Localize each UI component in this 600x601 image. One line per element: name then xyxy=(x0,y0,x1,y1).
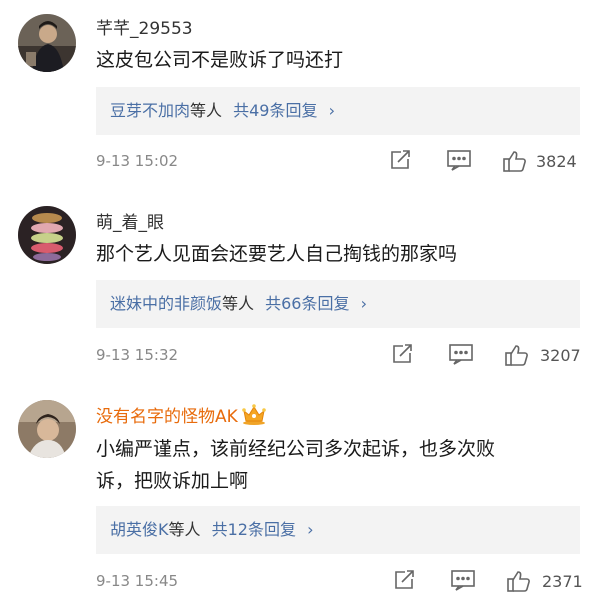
chevron-right-icon: › xyxy=(307,520,314,539)
reply-suffix: 等人 xyxy=(222,294,255,313)
comment-icon[interactable] xyxy=(446,148,472,176)
reply-suffix: 等人 xyxy=(168,520,201,539)
username-text: 没有名字的怪物AK xyxy=(96,407,238,427)
like-icon[interactable] xyxy=(502,148,528,178)
comment-footer: 9-13 15:32 3207 xyxy=(96,342,586,372)
comment-text: 那个艺人见面会还要艺人自己掏钱的那家吗 xyxy=(96,243,458,265)
crown-icon xyxy=(241,403,266,430)
timestamp: 9-13 15:45 xyxy=(96,572,179,590)
comment-text-line1: 小编严谨点，该前经纪公司多次起诉，也多次败 xyxy=(96,438,496,460)
reply-count: 共49条回复 xyxy=(233,101,318,120)
timestamp: 9-13 15:32 xyxy=(96,346,179,364)
reply-count: 共66条回复 xyxy=(265,294,350,313)
timestamp: 9-13 15:02 xyxy=(96,152,179,170)
chevron-right-icon: › xyxy=(360,294,367,313)
username[interactable]: 芊芊_29553 xyxy=(96,14,193,39)
share-icon[interactable] xyxy=(388,148,412,176)
comment-icon[interactable] xyxy=(448,342,474,370)
reply-names: 豆芽不加肉 xyxy=(110,101,191,120)
comment-footer: 9-13 15:45 2371 xyxy=(96,568,586,598)
replies-summary[interactable]: 迷妹中的非颜饭等人 共66条回复 › xyxy=(96,280,580,328)
username[interactable]: 没有名字的怪物AK xyxy=(96,402,266,430)
comment-text-line2: 诉，把败诉加上啊 xyxy=(96,470,249,492)
comment-icon[interactable] xyxy=(450,568,476,596)
like-icon[interactable] xyxy=(506,568,532,598)
avatar[interactable] xyxy=(18,206,76,264)
like-count: 2371 xyxy=(542,572,583,591)
reply-names: 迷妹中的非颜饭 xyxy=(110,294,223,313)
comment-text: 这皮包公司不是败诉了吗还打 xyxy=(96,49,344,71)
replies-summary[interactable]: 豆芽不加肉等人 共49条回复 › xyxy=(96,87,580,135)
replies-summary[interactable]: 胡英俊K等人 共12条回复 › xyxy=(96,506,580,554)
username[interactable]: 萌_着_眼 xyxy=(96,208,164,233)
comment-text: 小编严谨点，该前经纪公司多次起诉，也多次败 诉，把败诉加上啊 xyxy=(96,433,576,497)
reply-names: 胡英俊K xyxy=(110,520,169,539)
share-icon[interactable] xyxy=(392,568,416,596)
avatar[interactable] xyxy=(18,14,76,72)
like-count: 3207 xyxy=(540,346,581,365)
like-icon[interactable] xyxy=(504,342,530,372)
chevron-right-icon: › xyxy=(328,101,335,120)
avatar[interactable] xyxy=(18,400,76,458)
reply-suffix: 等人 xyxy=(190,101,223,120)
share-icon[interactable] xyxy=(390,342,414,370)
like-count: 3824 xyxy=(536,152,577,171)
comment-footer: 9-13 15:02 3824 xyxy=(96,148,586,178)
reply-count: 共12条回复 xyxy=(211,520,296,539)
